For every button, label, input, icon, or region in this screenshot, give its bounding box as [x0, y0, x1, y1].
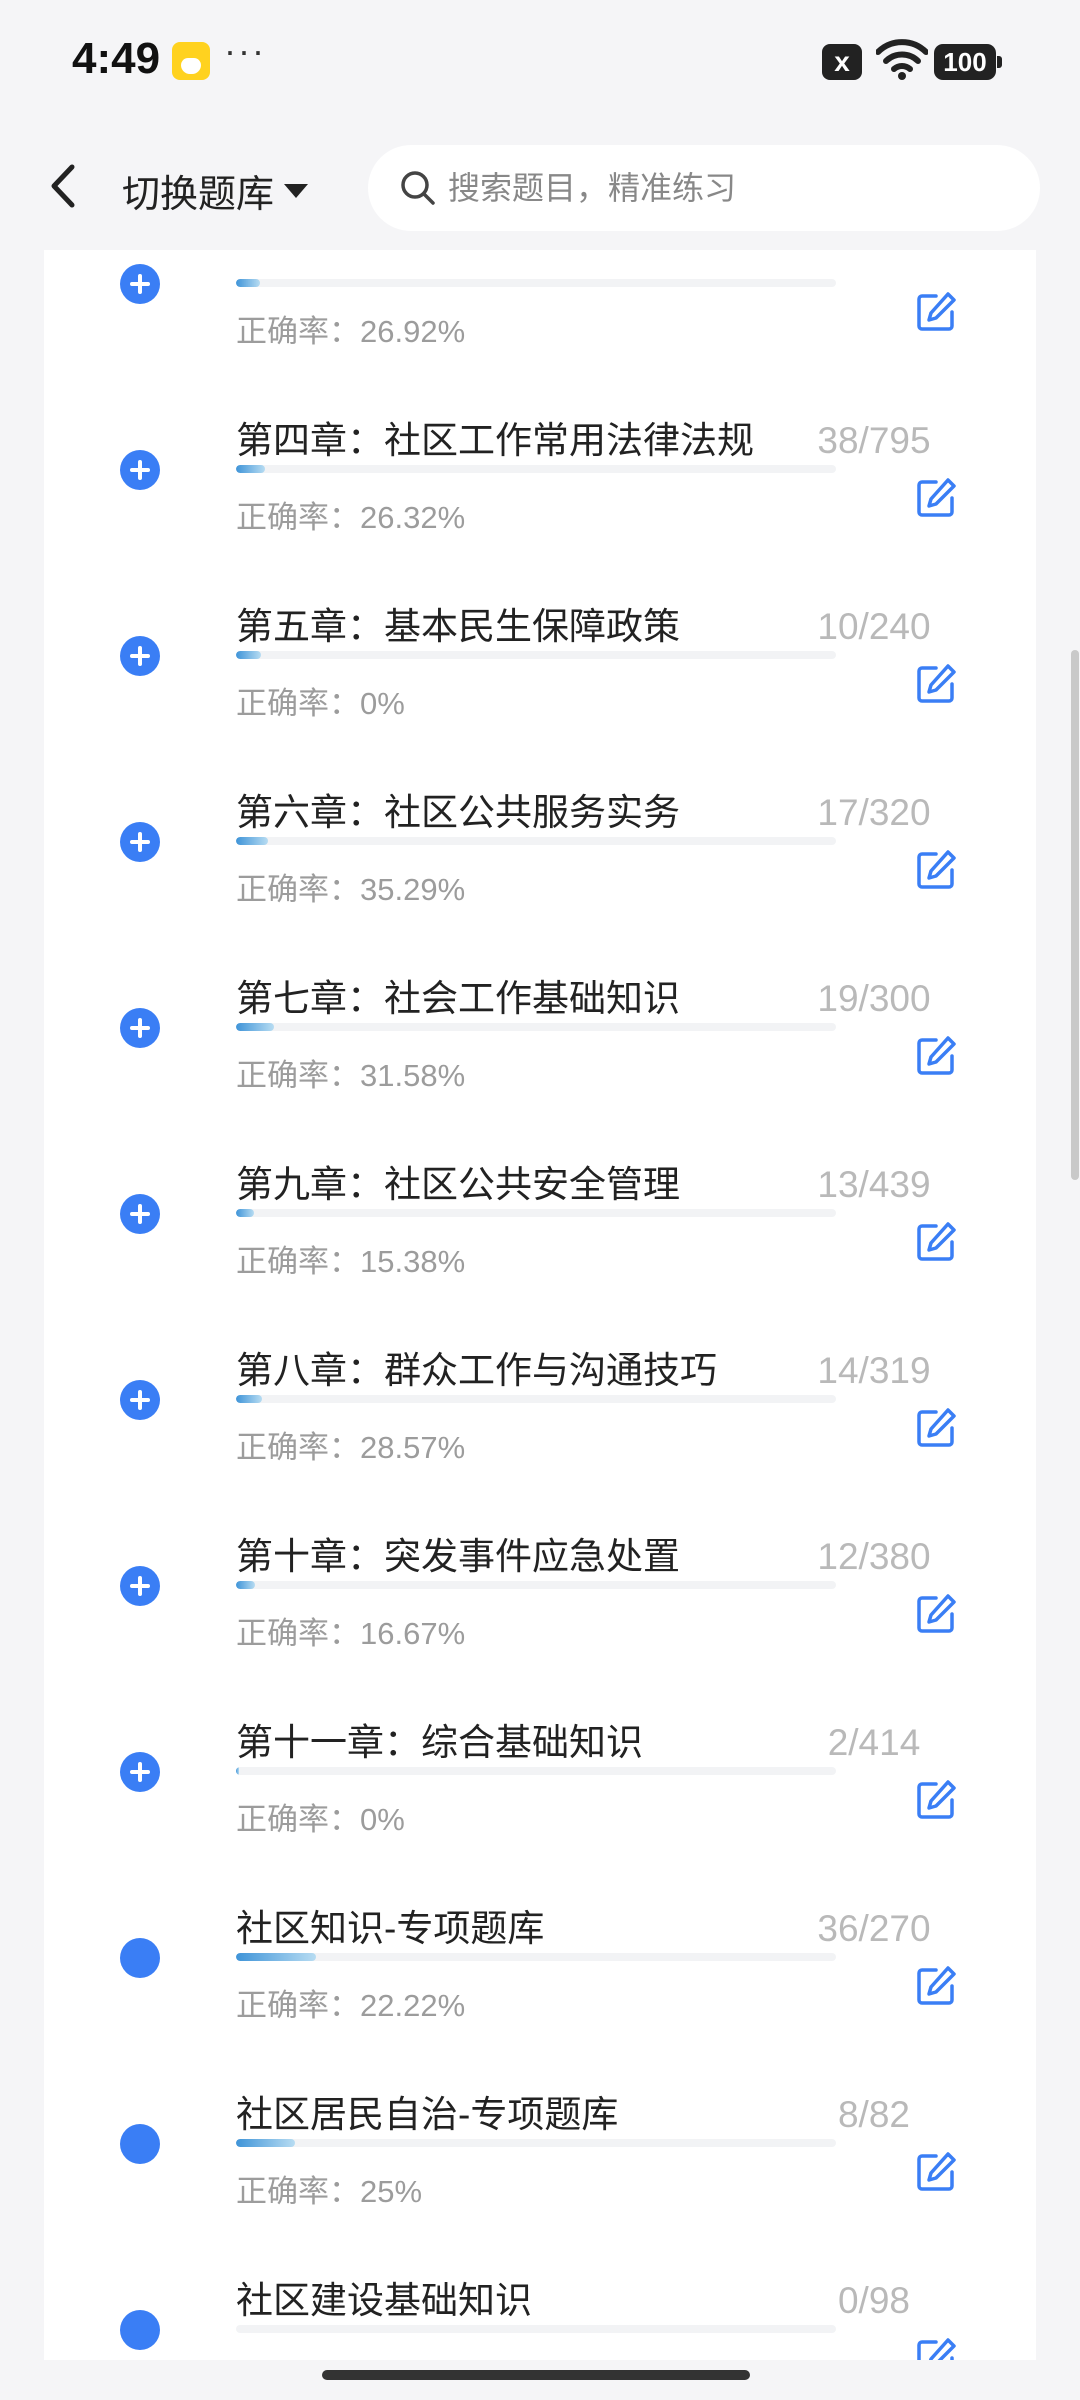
question-count: 13/439 — [817, 1164, 931, 1205]
chapter-title: 第十一章：综合基础知识 — [236, 1722, 643, 1763]
chapter-title: 第五章：基本民生保障政策 — [236, 606, 680, 647]
app-notification-icon — [172, 42, 210, 80]
question-count: 8/82 — [837, 2094, 910, 2135]
chapter-title: 第八章：群众工作与沟通技巧 — [236, 1350, 717, 1391]
search-icon — [401, 171, 435, 205]
progress-fill — [236, 1395, 263, 1403]
chapter-row[interactable]: 第七章：社会工作基础知识 正确率：31.58% 19/300 — [44, 864, 1036, 1093]
expand-plus-icon[interactable] — [120, 1008, 160, 1048]
search-bar[interactable] — [368, 145, 1040, 231]
status-dot-icon — [120, 2124, 160, 2164]
progress-fill — [236, 279, 260, 287]
progress-fill — [236, 1953, 316, 1961]
wifi-icon — [876, 39, 928, 80]
progress-bar — [236, 1023, 836, 1031]
expand-plus-icon[interactable] — [120, 1194, 160, 1234]
chapter-title: 第六章：社区公共服务实务 — [236, 792, 680, 833]
expand-plus-icon[interactable] — [120, 822, 160, 862]
status-dot-icon — [120, 1938, 160, 1978]
notification-dismiss-icon: x — [822, 44, 862, 80]
chapter-title: 社区建设基础知识 — [236, 2280, 532, 2321]
chapter-row[interactable]: 社区知识-专项题库 正确率：22.22% 36/270 — [44, 1794, 1036, 2023]
chapter-row[interactable]: 第六章：社区公共服务实务 正确率：35.29% 17/320 — [44, 678, 1036, 907]
progress-bar — [236, 2139, 836, 2147]
status-bar: 4:49 ··· x 100 — [0, 0, 1080, 125]
progress-bar — [236, 1953, 836, 1961]
progress-fill — [236, 1581, 256, 1589]
question-count: 17/320 — [817, 792, 931, 833]
home-indicator[interactable] — [322, 2370, 750, 2380]
chapter-title: 社区知识-专项题库 — [236, 1908, 545, 1949]
back-arrow-icon[interactable] — [44, 161, 84, 211]
switch-bank-label: 切换题库 — [122, 174, 275, 216]
chapter-row[interactable]: 第八章：群众工作与沟通技巧 正确率：28.57% 14/319 — [44, 1236, 1036, 1465]
status-time: 4:49 — [72, 34, 161, 83]
chapter-title: 第七章：社会工作基础知识 — [236, 978, 680, 1019]
progress-bar — [236, 1581, 836, 1589]
progress-bar — [236, 837, 836, 845]
chapter-row[interactable]: 第十章：突发事件应急处置 正确率：16.67% 12/380 — [44, 1422, 1036, 1651]
more-notifications-icon: ··· — [224, 30, 266, 71]
expand-plus-icon[interactable] — [120, 636, 160, 676]
progress-fill — [236, 1767, 239, 1775]
progress-fill — [236, 2139, 295, 2147]
expand-plus-icon[interactable] — [120, 1566, 160, 1606]
practice-edit-icon[interactable] — [914, 2336, 958, 2360]
expand-plus-icon[interactable] — [120, 450, 160, 490]
progress-fill — [236, 651, 262, 659]
progress-bar — [236, 1767, 836, 1775]
question-count: 10/240 — [817, 606, 931, 647]
caret-down-icon — [284, 183, 309, 198]
progress-bar — [236, 1395, 836, 1403]
progress-fill — [236, 1209, 254, 1217]
search-input[interactable] — [446, 168, 1010, 208]
chapter-row[interactable]: 第九章：社区公共安全管理 正确率：15.38% 13/439 — [44, 1050, 1036, 1279]
chapter-list: 正确率：26.92% 第四章：社区工作常用法律法规 正确率：26.32% 38/795… — [44, 250, 1036, 2360]
status-dot-icon — [120, 2310, 160, 2350]
chapter-title: 社区居民自治-专项题库 — [236, 2094, 619, 2135]
battery-indicator: 100 — [934, 44, 1002, 80]
progress-bar — [236, 651, 836, 659]
chapter-title: 第十章：突发事件应急处置 — [236, 1536, 680, 1577]
progress-bar — [236, 1209, 836, 1217]
question-count: 2/414 — [827, 1722, 921, 1763]
chapter-row[interactable]: 正确率：26.92% — [44, 250, 1036, 349]
expand-plus-icon[interactable] — [120, 1380, 160, 1420]
progress-bar — [236, 2325, 836, 2333]
progress-fill — [236, 1023, 274, 1031]
progress-fill — [236, 465, 265, 473]
scrollbar[interactable] — [1071, 650, 1079, 1180]
chapter-row[interactable]: 社区居民自治-专项题库 正确率：25% 8/82 — [44, 1980, 1036, 2209]
chapter-row[interactable]: 社区建设基础知识 0/98 — [44, 2166, 1036, 2360]
chapter-row[interactable]: 第四章：社区工作常用法律法规 正确率：26.32% 38/795 — [44, 306, 1036, 535]
expand-plus-icon[interactable] — [120, 1752, 160, 1792]
top-bar: 切换题库 — [0, 125, 1080, 250]
question-count: 36/270 — [817, 1908, 931, 1949]
progress-bar — [236, 465, 836, 473]
switch-question-bank-button[interactable]: 切换题库 — [122, 163, 309, 218]
question-count: 12/380 — [817, 1536, 931, 1577]
question-count: 0/98 — [837, 2280, 910, 2321]
question-count: 38/795 — [817, 420, 931, 461]
chapter-row[interactable]: 第五章：基本民生保障政策 正确率：0% 10/240 — [44, 492, 1036, 721]
progress-fill — [236, 837, 268, 845]
chapter-title: 第四章：社区工作常用法律法规 — [236, 420, 754, 461]
expand-plus-icon[interactable] — [120, 264, 160, 304]
question-count: 19/300 — [817, 978, 931, 1019]
progress-bar — [236, 279, 836, 287]
chapter-row[interactable]: 第十一章：综合基础知识 正确率：0% 2/414 — [44, 1608, 1036, 1837]
question-count: 14/319 — [817, 1350, 931, 1391]
chapter-title: 第九章：社区公共安全管理 — [236, 1164, 680, 1205]
